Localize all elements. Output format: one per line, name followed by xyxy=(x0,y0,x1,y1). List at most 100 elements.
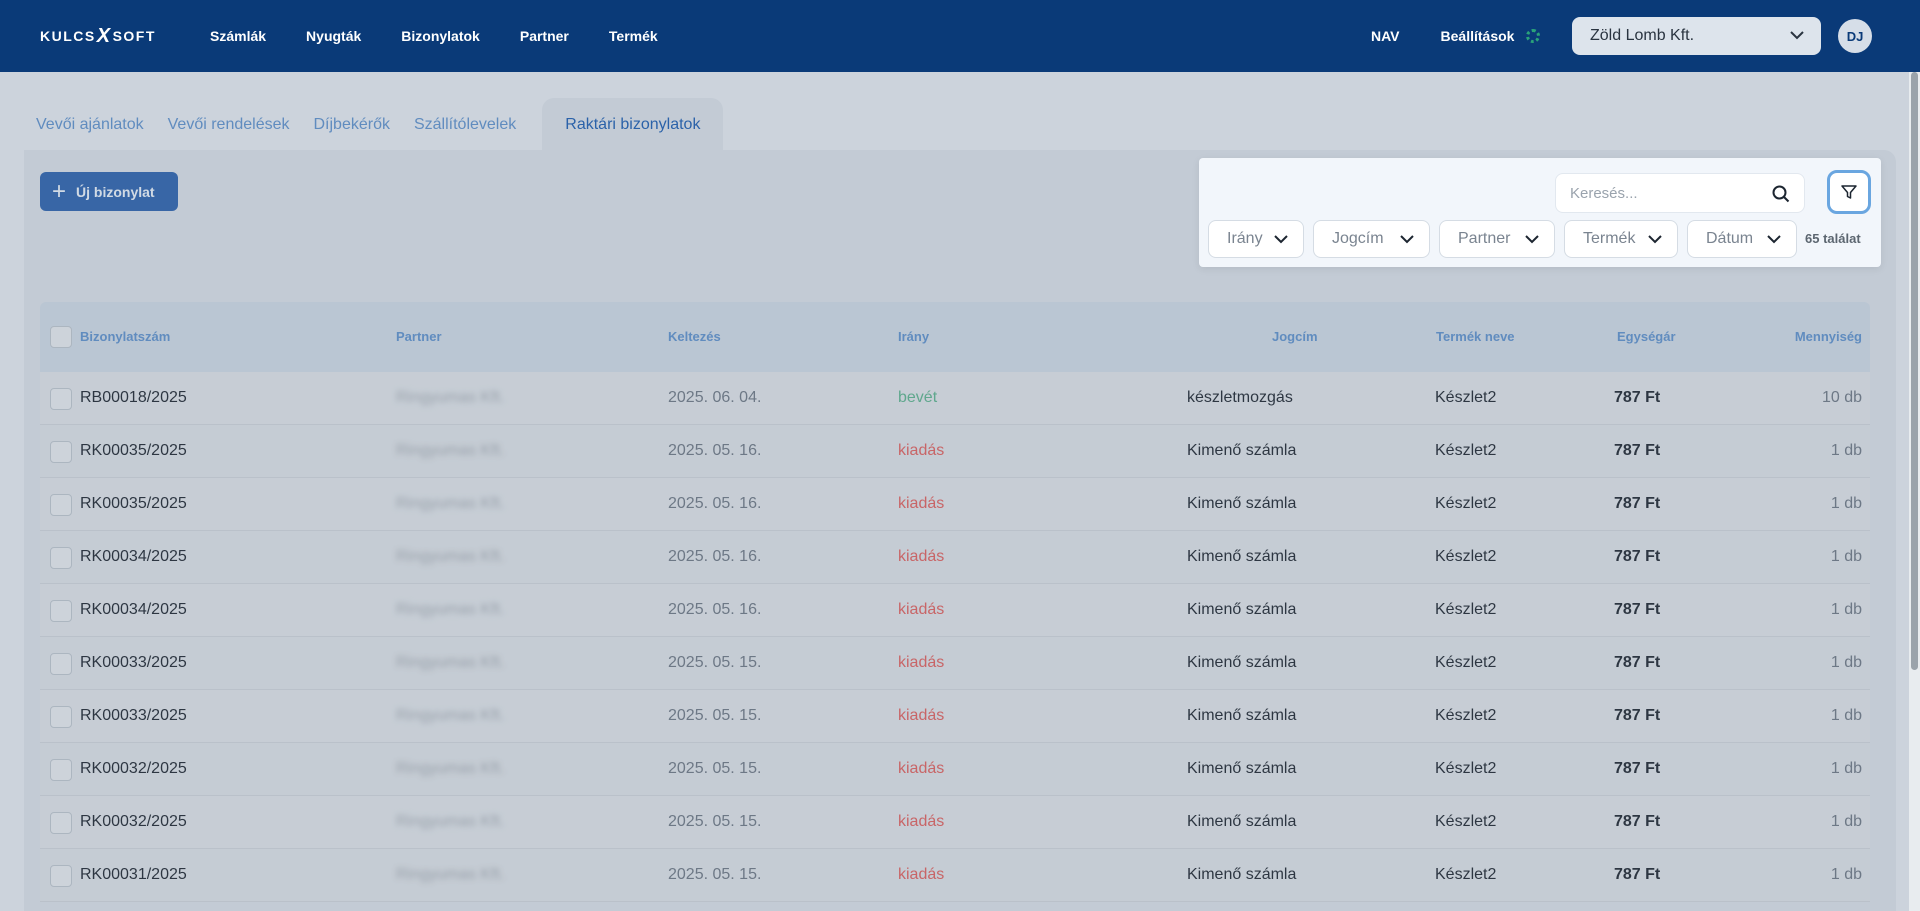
table-row[interactable]: RK00033/2025 Ringyumas Kft. 2025. 05. 15. k… xyxy=(40,690,1870,743)
gear-icon[interactable] xyxy=(1526,29,1541,43)
search-input[interactable] xyxy=(1570,184,1770,202)
cell-price: 787 Ft xyxy=(1614,495,1661,512)
tab-vevoi-ajanlatok[interactable]: Vevői ajánlatok xyxy=(24,116,156,150)
cell-date: 2025. 05. 16. xyxy=(668,442,762,459)
cell-product: Készlet2 xyxy=(1435,760,1497,777)
nav-item-szamlak[interactable]: Számlák xyxy=(210,28,266,44)
row-checkbox[interactable] xyxy=(50,706,72,728)
tab-dijbekerok[interactable]: Díjbekérők xyxy=(302,116,402,150)
cell-number[interactable]: RK00033/2025 xyxy=(80,654,187,672)
row-checkbox[interactable] xyxy=(50,653,72,675)
filter-dropdown-datum[interactable]: Dátum xyxy=(1687,220,1797,258)
header-qty[interactable]: Mennyiség xyxy=(1795,329,1862,344)
cell-date: 2025. 05. 16. xyxy=(668,548,762,565)
table-row[interactable]: RB00018/2025 Ringyumas Kft. 2025. 06. 04. b… xyxy=(40,372,1870,425)
table-row[interactable]: RK00034/2025 Ringyumas Kft. 2025. 05. 16. k… xyxy=(40,531,1870,584)
search-icon[interactable] xyxy=(1772,185,1790,203)
cell-qty: 10 db xyxy=(1821,389,1862,406)
cell-direction: kiadás xyxy=(898,495,945,512)
nav-item-partner[interactable]: Partner xyxy=(520,28,569,44)
company-select-value: Zöld Lomb Kft. xyxy=(1590,27,1695,44)
table-row[interactable]: RK00033/2025 Ringyumas Kft. 2025. 05. 15. k… xyxy=(40,637,1870,690)
header-partner[interactable]: Partner xyxy=(396,329,442,344)
brand-logo[interactable]: KULCS X SOFT xyxy=(40,24,156,47)
filter-toggle-button[interactable] xyxy=(1827,170,1871,214)
cell-date: 2025. 05. 16. xyxy=(668,495,762,512)
cell-partner: Ringyumas Kft. xyxy=(396,654,505,671)
cell-number[interactable]: RK00035/2025 xyxy=(80,495,187,513)
header-title[interactable]: Jogcím xyxy=(1272,329,1318,344)
cell-qty: 1 db xyxy=(1830,813,1862,830)
row-checkbox[interactable] xyxy=(50,494,72,516)
filter-dropdown-label: Dátum xyxy=(1706,230,1754,247)
header-number[interactable]: Bizonylatszám xyxy=(80,329,170,344)
company-select[interactable]: Zöld Lomb Kft. xyxy=(1572,17,1821,55)
tab-raktari-bizonylatok[interactable]: Raktári bizonylatok xyxy=(542,98,724,150)
cell-number[interactable]: RK00032/2025 xyxy=(80,760,187,778)
nav-item-settings[interactable]: Beállítások xyxy=(1441,28,1515,44)
row-checkbox[interactable] xyxy=(50,441,72,463)
cell-title: Kimenő számla xyxy=(1187,548,1297,565)
row-checkbox[interactable] xyxy=(50,812,72,834)
cell-number[interactable]: RK00031/2025 xyxy=(80,866,187,884)
tab-vevoi-rendelesek[interactable]: Vevői rendelések xyxy=(156,116,302,150)
table-row[interactable]: RK00035/2025 Ringyumas Kft. 2025. 05. 16. k… xyxy=(40,478,1870,531)
cell-price: 787 Ft xyxy=(1614,389,1661,406)
chevron-down-icon xyxy=(1400,235,1414,244)
cell-number[interactable]: RK00035/2025 xyxy=(80,442,187,460)
table-row[interactable]: RK00034/2025 Ringyumas Kft. 2025. 05. 16. k… xyxy=(40,584,1870,637)
logo-x: X xyxy=(96,24,112,47)
cell-qty: 1 db xyxy=(1830,654,1862,671)
avatar[interactable]: DJ xyxy=(1838,19,1872,53)
cell-title: Kimenő számla xyxy=(1187,866,1297,883)
row-checkbox[interactable] xyxy=(50,547,72,569)
cell-number[interactable]: RK00034/2025 xyxy=(80,601,187,619)
cell-number[interactable]: RK00032/2025 xyxy=(80,813,187,831)
table-row[interactable]: RK00031/2025 Ringyumas Kft. 2025. 05. 15. k… xyxy=(40,849,1870,902)
header-product[interactable]: Termék neve xyxy=(1436,329,1515,344)
nav-item-termek[interactable]: Termék xyxy=(609,28,658,44)
header-price[interactable]: Egységár xyxy=(1617,329,1676,344)
cell-number[interactable]: RK00033/2025 xyxy=(80,707,187,725)
logo-text-right: SOFT xyxy=(112,28,156,44)
cell-partner: Ringyumas Kft. xyxy=(396,601,505,618)
row-checkbox[interactable] xyxy=(50,600,72,622)
cell-direction: kiadás xyxy=(898,654,945,671)
cell-price: 787 Ft xyxy=(1614,548,1661,565)
main-nav: Számlák Nyugták Bizonylatok Partner Term… xyxy=(210,0,698,72)
cell-partner: Ringyumas Kft. xyxy=(396,707,505,724)
cell-date: 2025. 05. 15. xyxy=(668,866,762,883)
nav-item-bizonylatok[interactable]: Bizonylatok xyxy=(401,28,480,44)
cell-number[interactable]: RB00018/2025 xyxy=(80,389,187,407)
cell-price: 787 Ft xyxy=(1614,866,1661,883)
filter-dropdown-irany[interactable]: Irány xyxy=(1208,220,1304,258)
table-header: Bizonylatszám Partner Keltezés Irány Jog… xyxy=(40,302,1870,372)
table-row[interactable]: RK00032/2025 Ringyumas Kft. 2025. 05. 15. k… xyxy=(40,796,1870,849)
page-scrollbar[interactable] xyxy=(1909,72,1920,911)
table-row[interactable]: RK00035/2025 Ringyumas Kft. 2025. 05. 16. k… xyxy=(40,425,1870,478)
select-all-checkbox[interactable] xyxy=(50,326,72,348)
nav-item-nav[interactable]: NAV xyxy=(1371,28,1400,44)
filter-dropdown-partner[interactable]: Partner xyxy=(1439,220,1555,258)
row-checkbox[interactable] xyxy=(50,865,72,887)
cell-direction: bevét xyxy=(898,389,938,406)
table-row[interactable]: RK00032/2025 Ringyumas Kft. 2025. 05. 15. k… xyxy=(40,743,1870,796)
header-direction[interactable]: Irány xyxy=(898,329,929,344)
row-checkbox[interactable] xyxy=(50,388,72,410)
filter-dropdown-termek[interactable]: Termék xyxy=(1564,220,1678,258)
filter-dropdown-jogcim[interactable]: Jogcím xyxy=(1313,220,1430,258)
cell-qty: 1 db xyxy=(1830,866,1862,883)
scrollbar-thumb[interactable] xyxy=(1911,72,1918,670)
cell-price: 787 Ft xyxy=(1614,442,1661,459)
header-date[interactable]: Keltezés xyxy=(668,329,721,344)
filter-dropdown-label: Jogcím xyxy=(1332,230,1384,247)
nav-item-nyugtak[interactable]: Nyugták xyxy=(306,28,361,44)
new-document-button[interactable]: + Új bizonylat xyxy=(40,172,178,211)
tab-szallitolevelek[interactable]: Szállítólevelek xyxy=(402,116,528,150)
cell-title: Kimenő számla xyxy=(1187,495,1297,512)
cell-number[interactable]: RK00034/2025 xyxy=(80,548,187,566)
row-checkbox[interactable] xyxy=(50,759,72,781)
cell-partner: Ringyumas Kft. xyxy=(396,548,505,565)
cell-partner: Ringyumas Kft. xyxy=(396,760,505,777)
cell-direction: kiadás xyxy=(898,442,945,459)
